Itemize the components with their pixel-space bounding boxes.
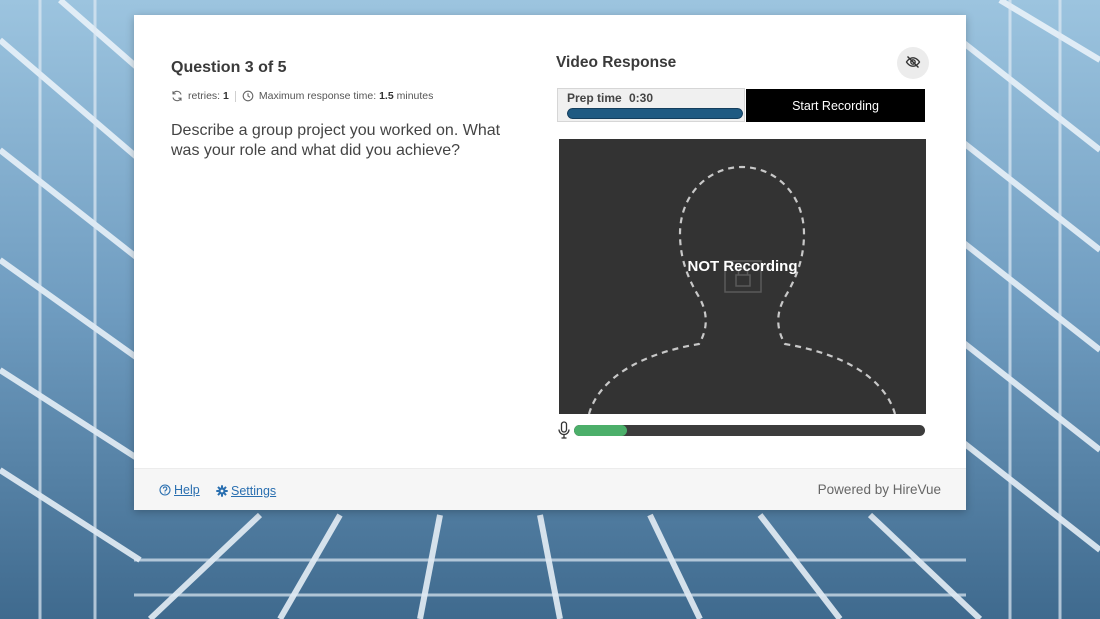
retry-icon bbox=[171, 90, 183, 102]
question-title: Question 3 of 5 bbox=[171, 59, 287, 76]
prep-timer: Prep time 0:30 bbox=[557, 88, 745, 122]
max-time-value: 1.5 bbox=[379, 90, 394, 102]
eye-off-icon bbox=[905, 54, 921, 73]
video-response-title: Video Response bbox=[556, 54, 677, 71]
settings-label: Settings bbox=[231, 484, 277, 498]
meta-divider bbox=[234, 90, 236, 102]
prep-progress-bar bbox=[567, 108, 743, 119]
max-time-unit: minutes bbox=[396, 90, 434, 102]
start-recording-button[interactable]: Start Recording bbox=[746, 89, 925, 122]
clock-icon bbox=[242, 90, 254, 102]
hide-video-button[interactable] bbox=[897, 47, 929, 79]
microphone-icon bbox=[557, 421, 571, 439]
footer: Help Settings Powered by HireVue bbox=[134, 468, 966, 510]
mic-level-bar bbox=[574, 425, 925, 436]
prep-time-value: 0:30 bbox=[629, 91, 654, 105]
help-label: Help bbox=[174, 483, 200, 497]
prep-time-label: Prep time bbox=[567, 91, 622, 105]
video-preview: NOT Recording bbox=[559, 139, 926, 414]
retries-value: 1 bbox=[223, 90, 229, 102]
help-link[interactable]: Help bbox=[159, 483, 200, 497]
question-meta: retries: 1 Maximum response time: 1.5 mi… bbox=[171, 90, 433, 102]
mic-level-fill bbox=[574, 425, 627, 436]
retries-label: retries: bbox=[188, 90, 221, 102]
powered-by: Powered by HireVue bbox=[817, 482, 941, 497]
gear-icon bbox=[216, 485, 228, 497]
settings-link[interactable]: Settings bbox=[216, 484, 276, 498]
recording-status: NOT Recording bbox=[687, 258, 798, 275]
prep-progress-fill bbox=[567, 108, 743, 119]
question-text: Describe a group project you worked on. … bbox=[171, 122, 501, 159]
help-circle-icon bbox=[159, 484, 171, 496]
max-time-label: Maximum response time: bbox=[258, 90, 377, 102]
interview-card: Question 3 of 5 retries: 1 Maximum respo… bbox=[134, 15, 966, 510]
